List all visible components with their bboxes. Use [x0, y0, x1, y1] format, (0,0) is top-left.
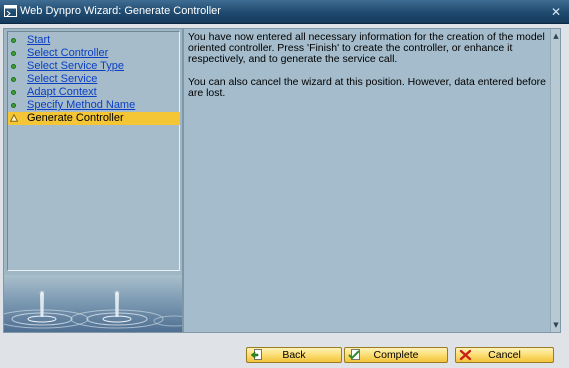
cancel-button-label: Cancel: [488, 349, 521, 361]
step-complete-icon: [11, 51, 16, 56]
warning-triangle-icon: [10, 114, 18, 122]
cancel-info-paragraph: You can also cancel the wizard at this p…: [188, 76, 546, 99]
step-adapt-context[interactable]: Adapt Context: [8, 86, 180, 99]
vertical-scrollbar[interactable]: ▲ ▼: [550, 29, 560, 332]
scroll-up-icon[interactable]: ▲: [552, 32, 560, 40]
step-specify-method-name[interactable]: Specify Method Name: [8, 99, 180, 112]
back-button-label: Back: [282, 349, 306, 361]
back-button[interactable]: Back: [246, 347, 342, 363]
step-select-service-type[interactable]: Select Service Type: [8, 60, 180, 73]
wizard-content-panel: You have now entered all necessary infor…: [183, 28, 561, 333]
step-list: Start Select Controller Select Service T…: [7, 31, 180, 271]
cancel-button[interactable]: Cancel: [455, 347, 554, 363]
checkmark-icon: [348, 349, 360, 360]
step-start[interactable]: Start: [8, 34, 180, 47]
step-select-controller[interactable]: Select Controller: [8, 47, 180, 60]
scroll-down-icon[interactable]: ▼: [552, 321, 560, 329]
step-complete-icon: [11, 90, 16, 95]
step-label[interactable]: Select Service Type: [27, 60, 124, 73]
complete-button[interactable]: Complete: [344, 347, 448, 363]
step-complete-icon: [11, 103, 16, 108]
window-title: Web Dynpro Wizard: Generate Controller: [20, 5, 221, 17]
step-label: Generate Controller: [27, 112, 124, 124]
step-generate-controller[interactable]: Generate Controller: [8, 112, 180, 125]
complete-button-label: Complete: [373, 349, 419, 361]
step-select-service[interactable]: Select Service: [8, 73, 180, 86]
step-label[interactable]: Adapt Context: [27, 86, 97, 99]
step-label[interactable]: Select Service: [27, 73, 97, 86]
step-label[interactable]: Start: [27, 34, 50, 47]
close-icon[interactable]: ✕: [548, 4, 564, 20]
water-drop-decoration: [4, 275, 182, 332]
info-paragraph: You have now entered all necessary infor…: [188, 31, 545, 65]
step-complete-icon: [11, 77, 16, 82]
red-x-icon: [459, 349, 472, 361]
step-label[interactable]: Select Controller: [27, 47, 108, 60]
title-bar: Web Dynpro Wizard: Generate Controller ✕: [0, 0, 569, 24]
step-complete-icon: [11, 64, 16, 69]
wizard-steps-panel: Start Select Controller Select Service T…: [3, 28, 183, 333]
step-complete-icon: [11, 38, 16, 43]
step-label[interactable]: Specify Method Name: [27, 99, 135, 112]
wizard-window-icon: [4, 5, 17, 17]
back-page-icon: [250, 349, 262, 360]
